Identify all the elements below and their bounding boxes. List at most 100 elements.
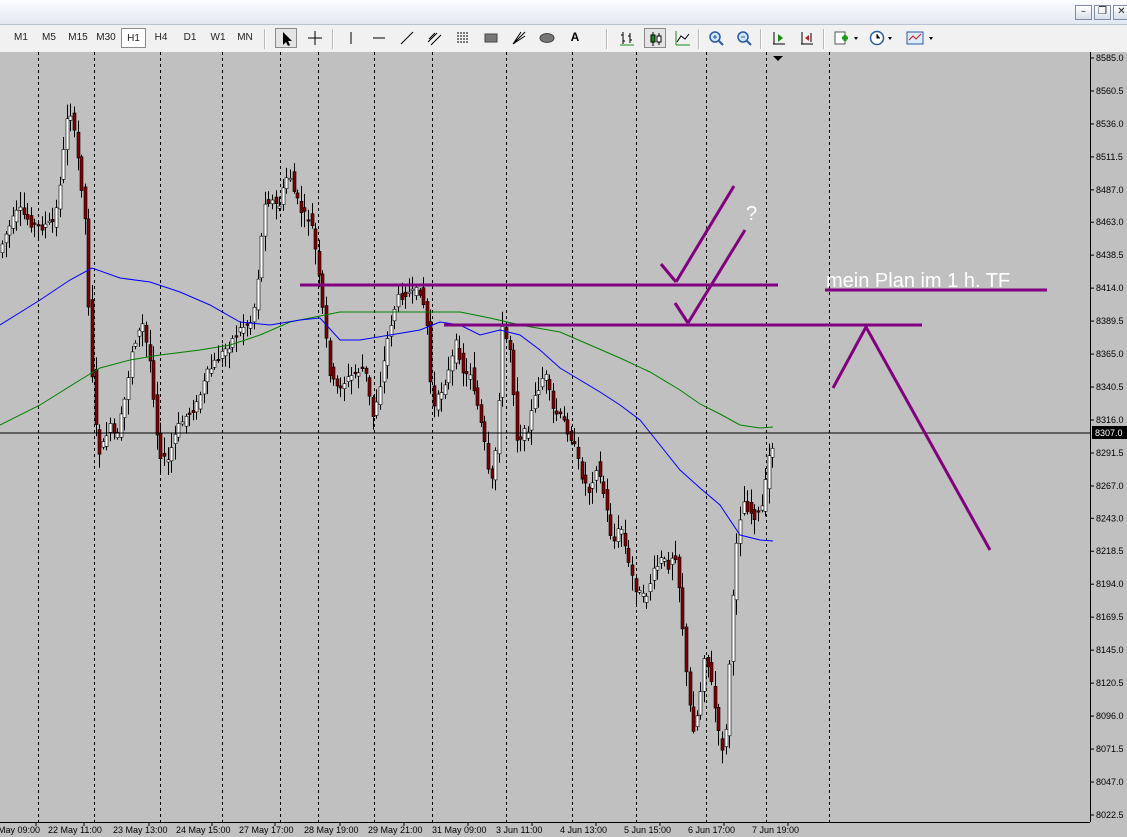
time-tick-label: 24 May 15:00 [176, 825, 231, 835]
bullish-candle [65, 118, 70, 150]
bearish-candle [688, 671, 693, 706]
bullish-candle [443, 384, 448, 395]
bearish-candle [245, 323, 250, 326]
equidistant-channel-tool-button[interactable] [424, 28, 446, 48]
bearish-candle [40, 224, 45, 231]
timeframe-mn-button[interactable]: MN [232, 28, 258, 48]
auto-scroll-button[interactable] [768, 28, 790, 48]
fibonacci-tool-button[interactable] [452, 28, 474, 48]
bullish-candle [270, 199, 275, 205]
bearish-candle [428, 321, 433, 383]
bullish-candle [410, 288, 415, 291]
bullish-candle [659, 557, 664, 564]
close-button[interactable]: ✕ [1113, 5, 1127, 20]
bearish-candle [367, 377, 372, 397]
timeframe-w1-button[interactable]: W1 [205, 28, 231, 48]
bearish-candle [508, 340, 513, 350]
price-tick-label: 8145.0 [1096, 645, 1124, 655]
bearish-candle [583, 474, 588, 484]
cursor-tool-button[interactable] [275, 28, 297, 48]
bearish-candle [86, 218, 91, 308]
bearish-candle [547, 379, 552, 391]
bearish-candle [371, 397, 376, 417]
bullish-candle [742, 501, 747, 514]
bullish-candle [209, 368, 214, 374]
text-tool-button[interactable]: A [564, 28, 586, 48]
price-tick-label: 8267.0 [1096, 481, 1124, 491]
rectangle-tool-button[interactable] [480, 28, 502, 48]
bullish-candle [655, 566, 660, 571]
bullish-candle [378, 386, 383, 405]
timeframe-m1-button[interactable]: M1 [8, 28, 34, 48]
bullish-candle [230, 338, 235, 348]
price-tick-label: 8047.0 [1096, 777, 1124, 787]
bullish-candle [724, 728, 729, 747]
bullish-candle [374, 401, 379, 416]
line-chart-button[interactable] [672, 28, 694, 48]
bearish-candle [400, 293, 405, 300]
bearish-candle [403, 291, 408, 298]
bearish-candle [709, 662, 714, 682]
bullish-candle [166, 459, 171, 463]
bar-chart-button[interactable] [616, 28, 638, 48]
bullish-candle [263, 203, 268, 237]
bullish-candle [763, 479, 768, 512]
time-tick-label: 27 May 17:00 [239, 825, 294, 835]
ellipse-tool-button[interactable] [536, 28, 558, 48]
price-tick-label: 8243.0 [1096, 513, 1124, 523]
bearish-candle [317, 251, 322, 276]
time-tick-label: May 09:00 [0, 825, 40, 835]
vertical-line-tool-button[interactable] [340, 28, 362, 48]
trendline-icon [400, 31, 414, 45]
bullish-candle [180, 421, 185, 425]
bullish-candle [252, 306, 257, 323]
bearish-candle [475, 387, 480, 406]
timeframe-h1-button[interactable]: H1 [121, 28, 146, 48]
candlestick-chart-button[interactable] [644, 28, 666, 48]
price-chart[interactable]: ? mein Plan im 1 h. TF 8585.0 8560.5 8536.… [0, 52, 1127, 837]
gann-icon [512, 31, 526, 45]
restore-button[interactable]: ❐ [1094, 5, 1111, 20]
bearish-candle [457, 347, 462, 360]
bullish-candle [173, 433, 178, 444]
bearish-candle [612, 536, 617, 542]
price-tick-label: 8194.0 [1096, 579, 1124, 589]
bullish-candle [61, 149, 66, 180]
bullish-candle [529, 410, 534, 431]
auto-scroll-icon [773, 32, 785, 45]
timeframe-m15-button[interactable]: M15 [64, 28, 92, 48]
bearish-candle [691, 706, 696, 732]
bearish-candle [162, 452, 167, 457]
crosshair-tool-button[interactable] [304, 28, 326, 48]
timeframe-m5-button[interactable]: M5 [36, 28, 62, 48]
zoom-in-button[interactable] [705, 28, 727, 48]
timeframe-m30-button[interactable]: M30 [93, 28, 119, 48]
chart-shift-button[interactable] [796, 28, 818, 48]
bearish-candle [745, 501, 750, 512]
bearish-candle [320, 273, 325, 308]
bearish-candle [353, 371, 358, 375]
price-tick-label: 8389.5 [1096, 316, 1124, 326]
trendline-tool-button[interactable] [396, 28, 418, 48]
annotation-question-mark: ? [746, 203, 757, 225]
bullish-candle [227, 348, 232, 354]
zoom-out-button[interactable] [733, 28, 755, 48]
bearish-candle [587, 486, 592, 493]
timeframe-d1-button[interactable]: D1 [177, 28, 203, 48]
bearish-candle [630, 564, 635, 576]
bullish-candle [533, 395, 538, 409]
gann-fan-tool-button[interactable] [508, 28, 530, 48]
indicators-menu-button[interactable] [830, 28, 860, 48]
horizontal-line-tool-button[interactable] [368, 28, 390, 48]
bearish-candle [562, 416, 567, 421]
templates-menu-button[interactable] [903, 28, 935, 48]
timeframe-h4-button[interactable]: H4 [148, 28, 174, 48]
ellipse-icon [539, 33, 555, 43]
bearish-candle [306, 219, 311, 222]
bearish-candle [32, 222, 37, 225]
bullish-candle [436, 393, 441, 411]
price-tick-label: 8340.5 [1096, 382, 1124, 392]
periods-menu-button[interactable] [866, 28, 896, 48]
time-tick-label: 4 Jun 13:00 [560, 825, 607, 835]
minimize-button[interactable]: – [1075, 5, 1092, 20]
